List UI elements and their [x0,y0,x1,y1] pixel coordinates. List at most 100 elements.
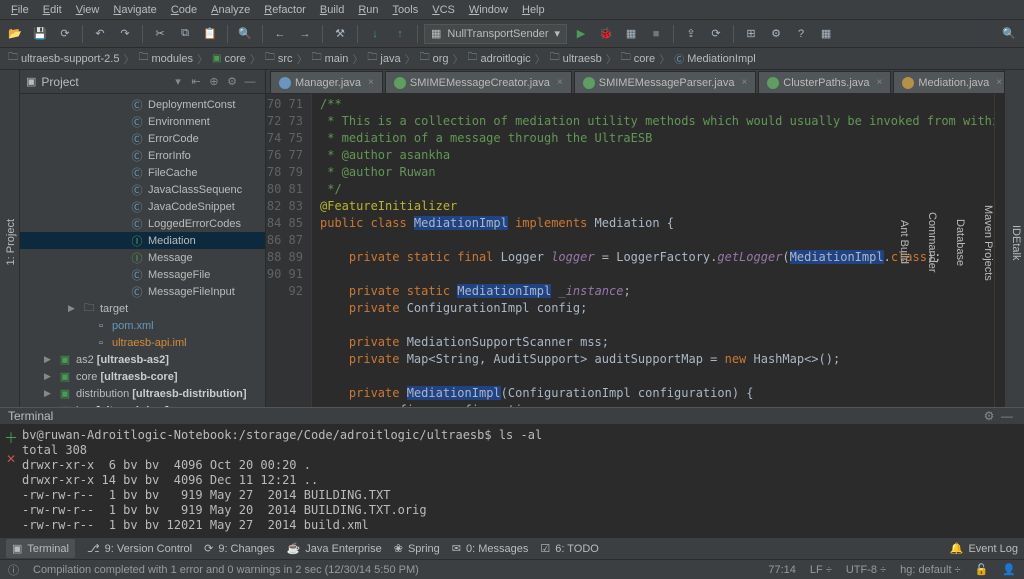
close-icon[interactable]: × [557,77,563,88]
side-tab-database[interactable]: Database [952,213,968,272]
menu-window[interactable]: Window [462,1,515,19]
grid-icon[interactable]: ▦ [815,23,837,45]
breadcrumb-item[interactable]: 🗀core [621,50,655,67]
coverage-icon[interactable]: ▦ [620,23,642,45]
debug-icon[interactable]: 🐞 [595,23,617,45]
status-caret-pos[interactable]: 77:14 [768,564,796,576]
hide-icon[interactable]: — [998,409,1016,423]
editor-tab[interactable]: Manager.java× [270,71,383,93]
menu-view[interactable]: View [69,1,107,19]
bottom-tab-terminal[interactable]: ▣Terminal [6,539,75,558]
close-terminal-icon[interactable]: ✕ [6,452,16,466]
event-log-button[interactable]: 🔔Event Log [950,542,1018,555]
save-icon[interactable]: 💾 [29,23,51,45]
breadcrumb-item[interactable]: 🗀ultraesb-support-2.5 [8,50,119,67]
tree-item[interactable]: ▶▣distribution [ultraesb-distribution] [20,385,265,402]
open-icon[interactable]: 📂 [4,23,26,45]
reload-icon[interactable]: ⟳ [705,23,727,45]
sync-icon[interactable]: ⟳ [54,23,76,45]
close-icon[interactable]: × [877,77,883,88]
menu-run[interactable]: Run [351,1,385,19]
menu-edit[interactable]: Edit [36,1,69,19]
breadcrumb-item[interactable]: 🗀src [265,50,293,67]
status-hector-icon[interactable]: 👤 [1002,563,1016,576]
menu-help[interactable]: Help [515,1,552,19]
find-icon[interactable]: 🔍 [234,23,256,45]
back-icon[interactable]: ← [269,23,291,45]
help-icon[interactable]: ? [790,23,812,45]
side-tab-mavenprojects[interactable]: Maven Projects [980,199,996,287]
terminal-output[interactable]: bv@ruwan-Adroitlogic-Notebook:/storage/C… [22,424,1024,537]
menu-vcs[interactable]: VCS [425,1,462,19]
close-icon[interactable]: × [996,77,1002,88]
status-lock-icon[interactable]: 🔓 [975,563,989,576]
run-icon[interactable]: ▶ [570,23,592,45]
menu-analyze[interactable]: Analyze [204,1,257,19]
structure-icon[interactable]: ⊞ [740,23,762,45]
tree-item[interactable]: ⒸDeploymentConst [20,96,265,113]
tree-item[interactable]: ⒸMessageFile [20,266,265,283]
breadcrumb-item[interactable]: 🗀org [420,50,449,67]
close-icon[interactable]: × [741,77,747,88]
breadcrumb-item[interactable]: 🗀modules [138,50,193,67]
tree-item[interactable]: ⒸErrorCode [20,130,265,147]
bottom-tab-messages[interactable]: ✉0: Messages [452,542,529,555]
redo-icon[interactable]: ↷ [114,23,136,45]
tree-item[interactable]: ▶▣as2 [ultraesb-as2] [20,351,265,368]
project-tree[interactable]: ⒸDeploymentConstⒸEnvironmentⒸErrorCodeⒸE… [20,94,265,407]
close-icon[interactable]: × [368,77,374,88]
tree-item[interactable]: ⒸJavaCodeSnippet [20,198,265,215]
scroll-icon[interactable]: ⊕ [205,75,223,88]
forward-icon[interactable]: → [294,23,316,45]
add-terminal-icon[interactable]: ＋ [4,428,18,448]
bottom-tab-todo[interactable]: ☑6: TODO [540,542,598,555]
side-tab-antbuild[interactable]: Ant Build [896,214,912,270]
stop-icon[interactable]: ■ [645,23,667,45]
tree-item[interactable]: ⒾMessage [20,249,265,266]
undo-icon[interactable]: ↶ [89,23,111,45]
bottom-tab-spring[interactable]: ❀Spring [394,542,440,555]
tree-item[interactable]: ⒸEnvironment [20,113,265,130]
menu-tools[interactable]: Tools [386,1,426,19]
breadcrumb-item[interactable]: 🗀main [312,50,349,67]
bottom-tab-javaenterprise[interactable]: ☕Java Enterprise [287,542,382,555]
menu-refactor[interactable]: Refactor [257,1,313,19]
breadcrumb-item[interactable]: ⒸMediationImpl [674,51,755,66]
bottom-tab-changes[interactable]: ⟳9: Changes [204,542,274,555]
settings-icon[interactable]: ⚙ [765,23,787,45]
share-icon[interactable]: ⇪ [680,23,702,45]
copy-icon[interactable]: ⧉ [174,23,196,45]
build-icon[interactable]: ⚒ [329,23,351,45]
tree-item[interactable]: ⒸFileCache [20,164,265,181]
vcs-down-icon[interactable]: ↑ [389,23,411,45]
search-everywhere-icon[interactable]: 🔍 [998,23,1020,45]
tree-item[interactable]: ⒸErrorInfo [20,147,265,164]
menu-build[interactable]: Build [313,1,351,19]
run-config-selector[interactable]: ▦ NullTransportSender ▾ [424,24,567,44]
breadcrumb-item[interactable]: 🗀java [367,50,400,67]
breadcrumb-item[interactable]: 🗀ultraesb [550,50,602,67]
editor-tab[interactable]: Mediation.java× [893,71,1004,93]
tree-item[interactable]: ▫ultraesb-api.iml [20,334,265,351]
breadcrumb-item[interactable]: ▣core [212,53,246,65]
editor-tab[interactable]: ClusterPaths.java× [758,71,891,93]
tree-item[interactable]: ⒸLoggedErrorCodes [20,215,265,232]
hide-icon[interactable]: — [241,76,259,88]
side-tab-project[interactable]: 1: Project [3,213,19,271]
tree-item[interactable]: ⒸMessageFileInput [20,283,265,300]
bottom-tab-versioncontrol[interactable]: ⎇9: Version Control [87,542,192,555]
breadcrumb-item[interactable]: 🗀adroitlogic [468,50,531,67]
editor-tab[interactable]: SMIMEMessageParser.java× [574,71,757,93]
editor-code[interactable]: /** * This is a collection of mediation … [312,94,994,407]
cut-icon[interactable]: ✂ [149,23,171,45]
gear-icon[interactable]: ⚙ [223,75,241,88]
tree-item[interactable]: ⒸJavaClassSequenc [20,181,265,198]
paste-icon[interactable]: 📋 [199,23,221,45]
tree-item[interactable]: ▶🗀target [20,300,265,317]
project-view-icon[interactable]: ▣ [26,75,36,88]
vcs-up-icon[interactable]: ↓ [364,23,386,45]
collapse-icon[interactable]: ⇤ [187,75,205,88]
tree-item[interactable]: ▶▣core [ultraesb-core] [20,368,265,385]
menu-file[interactable]: File [4,1,36,19]
tree-item[interactable]: ⒾMediation [20,232,265,249]
